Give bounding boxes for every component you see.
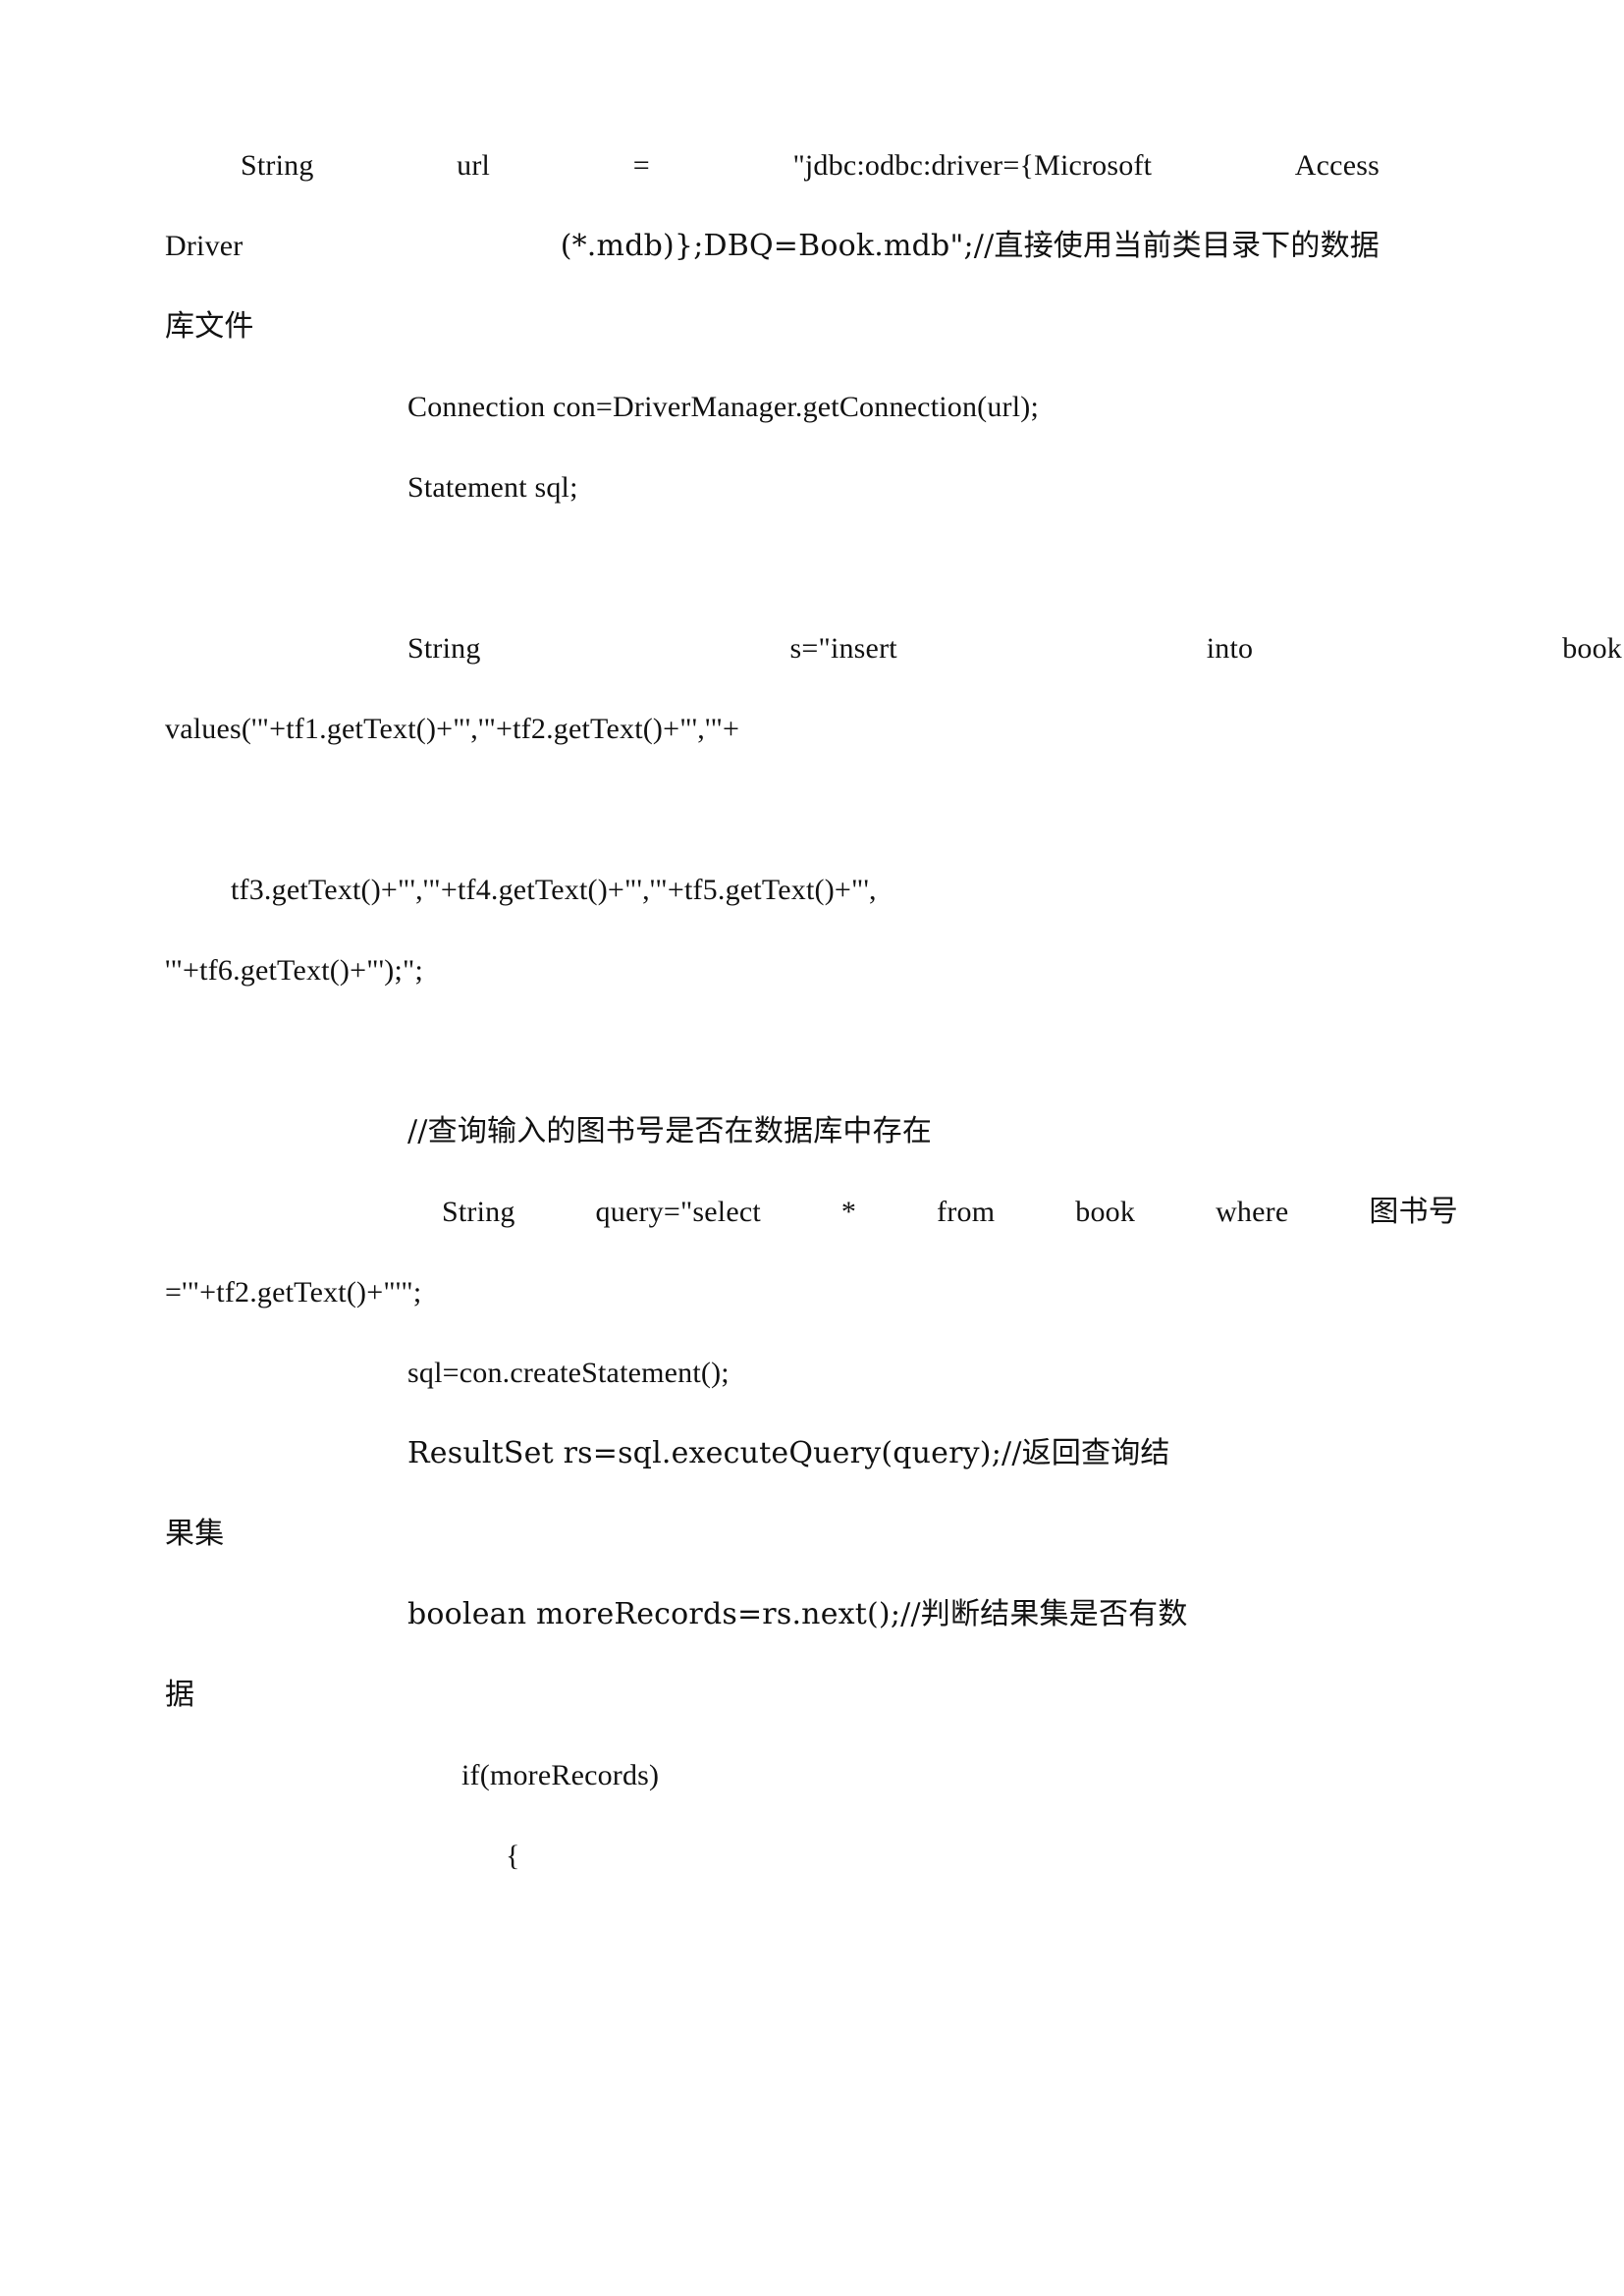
- text-run: String: [442, 1196, 515, 1228]
- text-line: '"+tf6.getText()+"');";: [165, 954, 423, 987]
- text-run: "jdbc:odbc:driver={Microsoft: [792, 149, 1153, 182]
- text-run: String: [241, 149, 314, 182]
- text-run: =: [632, 149, 650, 182]
- text-line: Connection con=DriverManager.getConnecti…: [407, 391, 1039, 423]
- text-line: 库文件: [165, 309, 254, 344]
- text-run: String: [407, 632, 481, 665]
- text-run: Access: [1294, 149, 1380, 182]
- text-line: tf3.getText()+"','"+tf4.getText()+"','"+…: [231, 874, 877, 906]
- text-line: 据: [165, 1678, 195, 1712]
- text-run: url: [457, 149, 491, 182]
- text-run: (*.mdb)};DBQ=Book.mdb";//直接使用当前类目录下的数据: [560, 229, 1380, 263]
- text-line: String query="select * from book where 图…: [241, 1172, 1458, 1253]
- text-line: ='"+tf2.getText()+"'";: [165, 1276, 422, 1308]
- text-line: String url = "jdbc:odbc:driver={Microsof…: [241, 126, 1380, 206]
- text-line: String s="insert into book: [241, 609, 1622, 689]
- text-run: from: [937, 1196, 996, 1228]
- text-run: book: [1562, 632, 1622, 665]
- text-line: sql=con.createStatement();: [407, 1357, 730, 1389]
- text-line: //查询输入的图书号是否在数据库中存在: [407, 1114, 933, 1148]
- text-run: 图书号: [1369, 1195, 1458, 1229]
- text-run: query="select: [595, 1196, 761, 1228]
- text-line: {: [506, 1840, 520, 1872]
- text-line: 果集: [165, 1517, 225, 1551]
- text-line: Statement sql;: [407, 471, 578, 504]
- document-page: String url = "jdbc:odbc:driver={Microsof…: [0, 0, 1624, 2296]
- text-run: book: [1075, 1196, 1136, 1228]
- text-run: s="insert: [789, 632, 897, 665]
- text-run: into: [1206, 632, 1254, 665]
- text-line: Driver (*.mdb)};DBQ=Book.mdb";//直接使用当前类目…: [165, 206, 1380, 287]
- text-run: where: [1216, 1196, 1289, 1228]
- text-line: boolean moreRecords=rs.next();//判断结果集是否有…: [407, 1597, 1188, 1631]
- text-run: *: [840, 1196, 857, 1228]
- text-run: Driver: [165, 230, 244, 262]
- text-line: if(moreRecords): [461, 1759, 660, 1791]
- text-line: ResultSet rs=sql.executeQuery(query);//返…: [407, 1436, 1170, 1470]
- text-line: values('"+tf1.getText()+"','"+tf2.getTex…: [165, 713, 740, 745]
- document-text-column: String url = "jdbc:odbc:driver={Microsof…: [165, 126, 1622, 1896]
